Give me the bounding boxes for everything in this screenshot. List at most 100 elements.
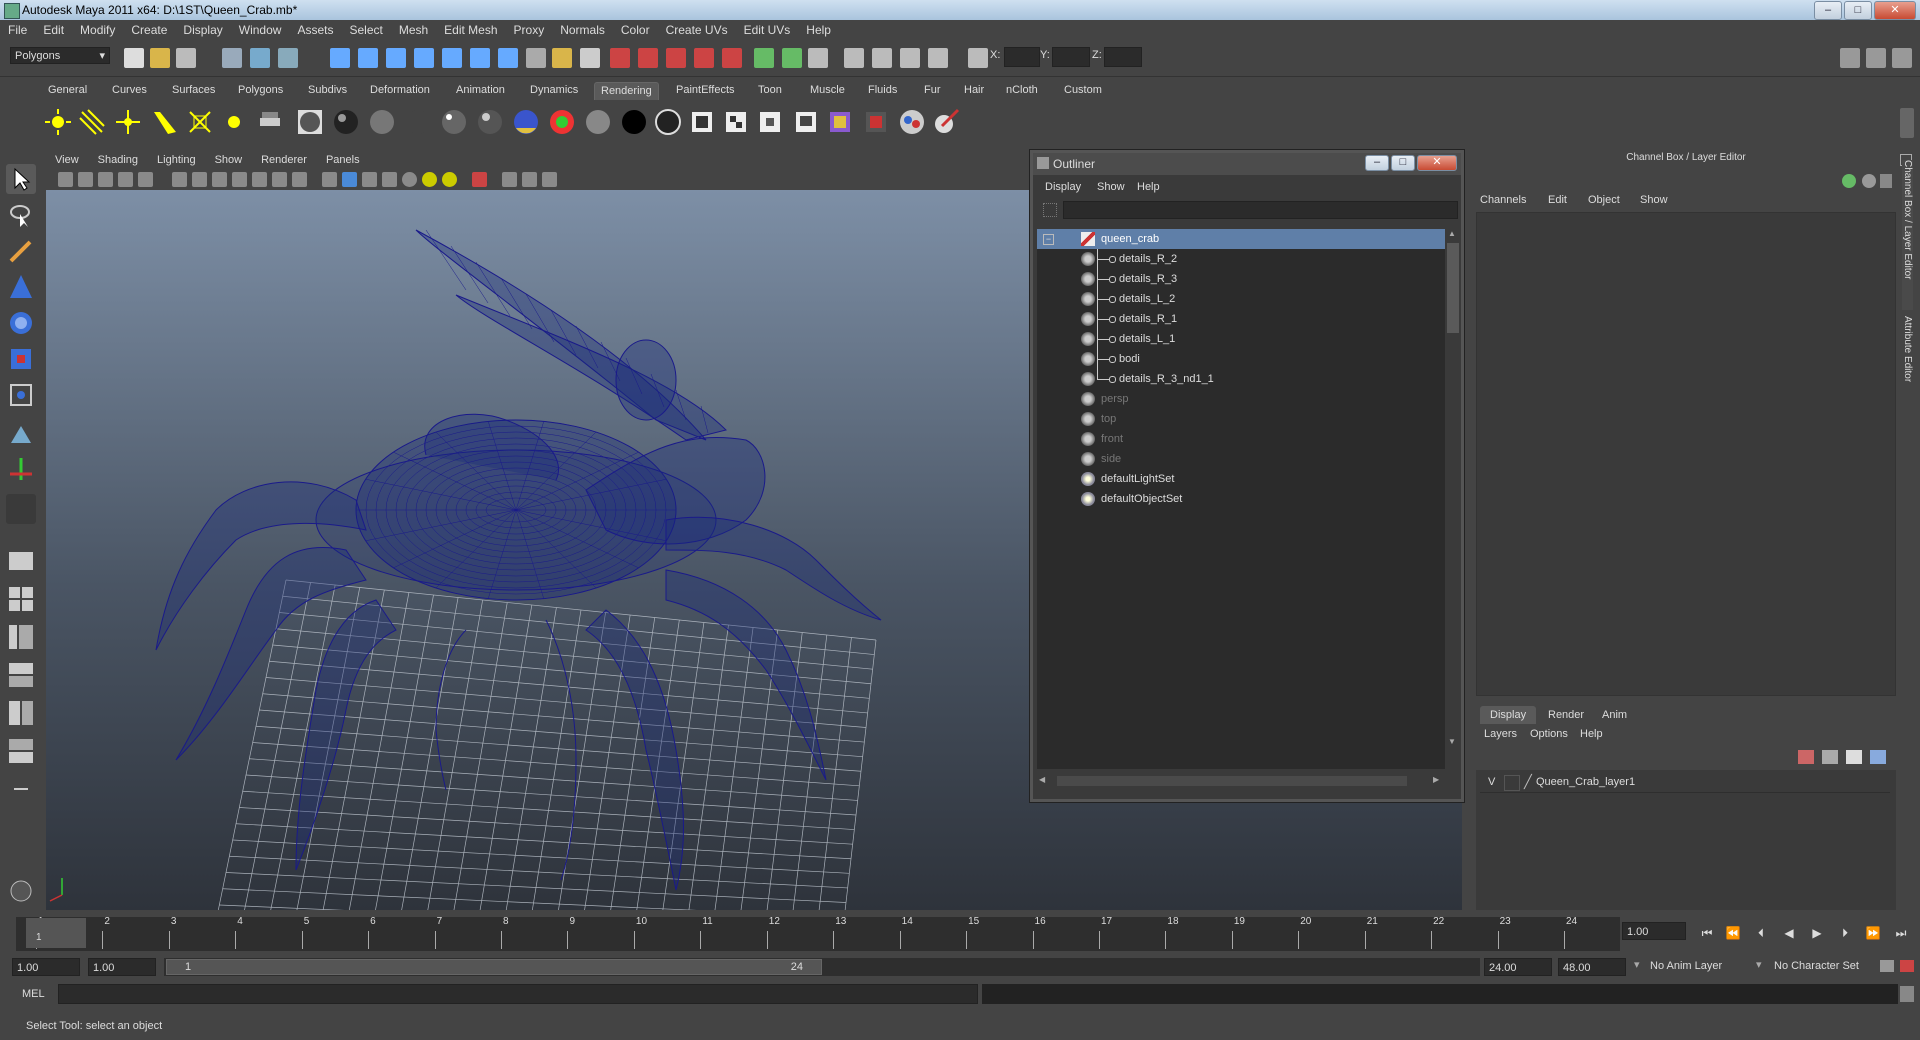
menu-edit-mesh[interactable]: Edit Mesh (436, 23, 505, 37)
snap-grid-icon[interactable] (330, 48, 350, 68)
auto-key-icon[interactable] (1880, 960, 1894, 972)
select-object-icon[interactable] (250, 48, 270, 68)
add-to-layer-icon[interactable] (1846, 750, 1862, 764)
shelf-tab-deformation[interactable]: Deformation (364, 82, 436, 99)
layered-shader-icon[interactable] (404, 108, 432, 136)
smooth-shading-icon[interactable] (342, 172, 357, 187)
lock-icon[interactable] (552, 48, 572, 68)
phong-e-material-icon[interactable] (476, 108, 504, 136)
shelf-tab-dynamics[interactable]: Dynamics (524, 82, 584, 99)
gate-mask-icon[interactable] (232, 172, 247, 187)
menu-edit-uvs[interactable]: Edit UVs (736, 23, 799, 37)
menu-modify[interactable]: Modify (72, 23, 123, 37)
step-back-key-icon[interactable]: ⏴ (1752, 924, 1770, 942)
shelf-tab-ncloth[interactable]: nCloth (1000, 82, 1044, 99)
animation-end-field[interactable]: 48.00 (1558, 958, 1626, 976)
menu-edit[interactable]: Edit (35, 23, 72, 37)
shelf-scroll-icon[interactable] (1900, 108, 1914, 138)
directional-light-icon[interactable] (78, 108, 106, 136)
snap-curve-icon[interactable] (358, 48, 378, 68)
viewport-menu-renderer[interactable]: Renderer (252, 154, 317, 166)
wireframe-on-shaded-icon[interactable] (362, 172, 377, 187)
save-scene-icon[interactable] (176, 48, 196, 68)
shelf-tab-hair[interactable]: Hair (958, 82, 990, 99)
bookmark-icon[interactable] (98, 172, 113, 187)
shelf-tab-polygons[interactable]: Polygons (232, 82, 289, 99)
menu-assets[interactable]: Assets (289, 23, 341, 37)
numeric-input-icon[interactable] (968, 48, 988, 68)
selection-mask-icon[interactable] (580, 48, 600, 68)
history-icon[interactable] (470, 48, 490, 68)
input-output-icon[interactable] (754, 48, 774, 68)
range-slider-handle[interactable]: 1 24 (166, 959, 822, 975)
character-set-selector[interactable]: No Character Set (1774, 960, 1859, 972)
safe-action-icon[interactable] (272, 172, 287, 187)
outliner-close-button[interactable]: ✕ (1417, 155, 1457, 171)
scroll-down-icon[interactable]: ▼ (1448, 737, 1458, 747)
volume-light-icon[interactable] (220, 108, 248, 136)
single-perspective-layout-icon[interactable] (6, 546, 36, 576)
playback-start-field[interactable]: 1.00 (88, 958, 156, 976)
menu-color[interactable]: Color (613, 23, 658, 37)
toggle-panel-icon[interactable] (1840, 48, 1860, 68)
new-scene-icon[interactable] (124, 48, 144, 68)
texture-ramp-icon[interactable] (792, 108, 820, 136)
ipr-render-icon[interactable] (638, 48, 658, 68)
hypershade-icon[interactable] (694, 48, 714, 68)
render-view-icon[interactable] (722, 48, 742, 68)
layer-tab-render[interactable]: Render (1538, 706, 1594, 724)
channel-box-toggle-icon[interactable] (1866, 48, 1886, 68)
channel-menu-show[interactable]: Show (1640, 194, 1668, 206)
xray-icon[interactable] (502, 172, 517, 187)
ball-shader-icon[interactable] (898, 108, 926, 136)
two-d-pan-zoom-icon[interactable] (138, 172, 153, 187)
side-tab-attribute-editor[interactable]: Attribute Editor (1902, 316, 1913, 416)
layer-tab-anim[interactable]: Anim (1592, 706, 1637, 724)
shelf-tab-muscle[interactable]: Muscle (804, 82, 851, 99)
texture-file-icon[interactable] (688, 108, 716, 136)
show-manipulator-tool-icon[interactable] (6, 454, 36, 484)
channel-menu-object[interactable]: Object (1588, 194, 1620, 206)
outliner-item[interactable]: front (1037, 429, 1445, 449)
playback-end-field[interactable]: 24.00 (1484, 958, 1552, 976)
command-input[interactable] (58, 984, 978, 1004)
camera-icon[interactable] (844, 48, 864, 68)
channel-menu-channels[interactable]: Channels (1480, 194, 1526, 206)
use-background-icon[interactable] (584, 108, 612, 136)
menu-file[interactable]: File (0, 23, 35, 37)
isolate-select-icon[interactable] (472, 172, 487, 187)
outliner-item[interactable]: persp (1037, 389, 1445, 409)
render-view-window-icon[interactable] (862, 108, 890, 136)
menu-normals[interactable]: Normals (552, 23, 613, 37)
shelf-tab-animation[interactable]: Animation (450, 82, 511, 99)
outliner-menu-show[interactable]: Show (1097, 181, 1125, 193)
use-all-lights-icon[interactable] (402, 172, 417, 187)
layer-visibility-toggle[interactable]: V (1488, 776, 1495, 788)
hypershade-window-icon[interactable] (826, 108, 854, 136)
select-component-icon[interactable] (278, 48, 298, 68)
ambient-light-icon[interactable] (44, 108, 72, 136)
layer-color-swatch-icon[interactable]: ╱ (1524, 774, 1532, 790)
outliner-persp-layout-icon[interactable] (6, 622, 36, 652)
mode-selector-dropdown[interactable]: Polygons ▾ (10, 47, 110, 64)
x-field[interactable] (1004, 47, 1040, 67)
persp-graph-layout-icon[interactable] (6, 660, 36, 690)
render-frame-icon[interactable] (610, 48, 630, 68)
menu-mesh[interactable]: Mesh (391, 23, 436, 37)
outliner-item[interactable]: top (1037, 409, 1445, 429)
outliner-item[interactable]: defaultObjectSet (1037, 489, 1445, 509)
phong-material-icon[interactable] (440, 108, 468, 136)
time-slider[interactable] (16, 917, 1620, 951)
rotate-tool-icon[interactable] (6, 308, 36, 338)
snap-point-icon[interactable] (386, 48, 406, 68)
paint-effects-tool-icon[interactable] (6, 876, 36, 906)
persp-outliner-layout-icon[interactable] (6, 736, 36, 766)
safe-title-icon[interactable] (292, 172, 307, 187)
shelf-tab-toon[interactable]: Toon (752, 82, 788, 99)
z-field[interactable] (1104, 47, 1142, 67)
menu-select[interactable]: Select (341, 23, 390, 37)
animation-preferences-icon[interactable] (1900, 960, 1914, 972)
menu-window[interactable]: Window (231, 23, 290, 37)
key-icon[interactable] (1842, 174, 1856, 188)
scroll-left-icon[interactable]: ◀ (1039, 775, 1045, 784)
